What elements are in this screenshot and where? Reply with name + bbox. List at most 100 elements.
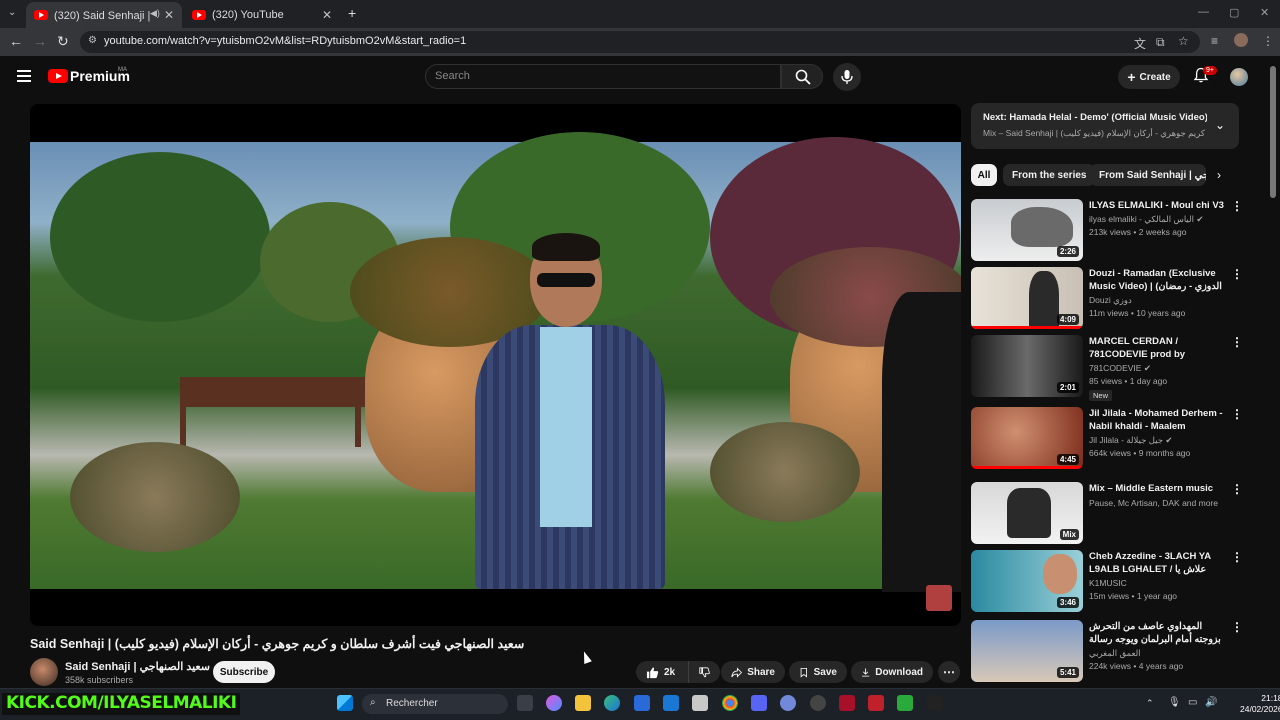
media-controls-icon[interactable]: ≡ bbox=[1211, 34, 1218, 48]
microphone-icon bbox=[841, 70, 853, 84]
hamburger-menu-icon[interactable] bbox=[17, 70, 31, 85]
subscriber-count: 358k subscribers bbox=[65, 675, 134, 685]
chip-all[interactable]: All bbox=[971, 164, 997, 186]
tab-list-chevron-icon[interactable]: ⌄ bbox=[8, 7, 16, 18]
site-info-icon[interactable]: ⚙ bbox=[88, 35, 97, 46]
voice-search-button[interactable] bbox=[833, 63, 861, 91]
chevron-right-icon[interactable]: › bbox=[1217, 168, 1221, 182]
audio-playing-icon[interactable]: ◀) bbox=[150, 8, 160, 19]
save-button[interactable]: Save bbox=[789, 661, 847, 683]
verified-check-icon: ✔ bbox=[1165, 435, 1173, 445]
minimize-icon[interactable]: — bbox=[1198, 6, 1209, 18]
back-arrow-icon[interactable]: ← bbox=[9, 33, 23, 49]
page-scrollbar[interactable] bbox=[1270, 66, 1276, 198]
edge-browser-icon[interactable] bbox=[604, 695, 620, 711]
video-player[interactable] bbox=[30, 104, 961, 626]
channel-watermark[interactable] bbox=[926, 585, 952, 611]
search-button[interactable] bbox=[781, 64, 823, 89]
channel-name: 781CODEVIE ✔ bbox=[1089, 363, 1227, 374]
more-options-icon[interactable]: ⋮ bbox=[1231, 335, 1243, 349]
list-item[interactable]: 3:46 Cheb Azzedine - 3LACH YA L9ALB LGHA… bbox=[971, 550, 1243, 612]
play-app-icon[interactable] bbox=[897, 695, 913, 711]
close-tab-icon[interactable]: ✕ bbox=[322, 8, 332, 22]
copilot-icon[interactable] bbox=[546, 695, 562, 711]
share-button[interactable]: Share bbox=[721, 661, 785, 683]
plus-icon: + bbox=[1127, 69, 1136, 85]
forward-arrow-icon[interactable]: → bbox=[33, 33, 47, 49]
close-window-icon[interactable]: ✕ bbox=[1260, 6, 1269, 19]
file-explorer-icon[interactable] bbox=[575, 695, 591, 711]
task-view-icon[interactable] bbox=[517, 695, 533, 711]
up-next-card[interactable]: Next: Hamada Helal - Demo' (Official Mus… bbox=[971, 103, 1239, 149]
more-actions-icon[interactable]: ⋯ bbox=[938, 661, 960, 683]
network-icon[interactable]: ▭ bbox=[1188, 697, 1197, 708]
list-item[interactable]: 4:09 Douzi - Ramadan (Exclusive Music Vi… bbox=[971, 267, 1243, 329]
taskbar-clock[interactable]: 21:18 24/02/2026 bbox=[1240, 693, 1280, 715]
video-thumbnail[interactable]: 4:09 bbox=[971, 267, 1083, 329]
more-options-icon[interactable]: ⋮ bbox=[1231, 407, 1243, 421]
close-tab-icon[interactable]: ✕ bbox=[164, 8, 174, 22]
video-thumbnail[interactable]: 5:41 bbox=[971, 620, 1083, 682]
channel-avatar[interactable] bbox=[30, 658, 58, 686]
video-meta: 224k views • 4 years ago bbox=[1089, 661, 1184, 671]
search-input[interactable]: Search bbox=[425, 64, 781, 89]
more-options-icon[interactable]: ⋮ bbox=[1231, 482, 1243, 496]
list-item[interactable]: 4:45 Jil Jilala - Mohamed Derhem - Nabil… bbox=[971, 407, 1243, 469]
maximize-icon[interactable]: ▢ bbox=[1229, 6, 1239, 19]
video-editor-icon[interactable] bbox=[868, 695, 884, 711]
sunglasses bbox=[537, 273, 595, 287]
video-thumbnail[interactable]: 3:46 bbox=[971, 550, 1083, 612]
discord-alt-icon[interactable] bbox=[780, 695, 796, 711]
cast-icon[interactable]: ⧉ bbox=[1156, 35, 1165, 50]
adobe-icon[interactable] bbox=[839, 695, 855, 711]
more-options-icon[interactable]: ⋮ bbox=[1231, 267, 1243, 281]
translate-icon[interactable]: 文 bbox=[1134, 35, 1146, 52]
taskbar-search[interactable]: ⌕ Rechercher bbox=[362, 694, 508, 714]
video-thumbnail[interactable]: Mix bbox=[971, 482, 1083, 544]
list-item[interactable]: 2:01 MARCEL CERDAN / 781CODEVIE prod by … bbox=[971, 335, 1243, 401]
video-thumbnail[interactable]: 4:45 bbox=[971, 407, 1083, 469]
browser-menu-icon[interactable]: ⋮ bbox=[1262, 34, 1274, 48]
tray-chevron-icon[interactable]: ⌃ bbox=[1146, 698, 1154, 709]
reload-icon[interactable]: ↻ bbox=[57, 33, 69, 50]
create-button[interactable]: + Create bbox=[1118, 65, 1180, 89]
list-item[interactable]: 2:26 ILYAS ELMALIKI - Moul chi V3 ilyas … bbox=[971, 199, 1243, 261]
chrome-icon[interactable] bbox=[722, 695, 738, 711]
chevron-down-icon[interactable]: ⌄ bbox=[1215, 118, 1225, 132]
volume-icon[interactable]: 🔊 bbox=[1205, 697, 1217, 708]
chip-from-channel[interactable]: From Said Senhaji | سعيد الصنهاجي bbox=[1090, 164, 1206, 186]
more-options-icon[interactable]: ⋮ bbox=[1231, 550, 1243, 564]
dislike-button[interactable] bbox=[688, 661, 720, 683]
tab-said-senhaji[interactable]: (320) Said Senhaji | سعيد الصنهاجي | فيد… bbox=[26, 2, 182, 28]
download-button[interactable]: Download bbox=[851, 661, 933, 683]
microphone-tray-icon[interactable]: 🎙 bbox=[1168, 697, 1181, 708]
tab-youtube[interactable]: (320) YouTube ✕ bbox=[184, 2, 340, 28]
microsoft-store-icon[interactable] bbox=[634, 695, 650, 711]
capcut-icon[interactable] bbox=[927, 695, 943, 711]
video-meta: 15m views • 1 year ago bbox=[1089, 591, 1178, 601]
browser-toolbar: ← → ↻ ⚙ youtube.com/watch?v=ytuisbmO2vM&… bbox=[0, 28, 1280, 56]
discord-icon[interactable] bbox=[751, 695, 767, 711]
new-tab-button[interactable]: + bbox=[348, 5, 356, 21]
park-bench bbox=[180, 377, 365, 407]
chip-from-the-series[interactable]: From the series bbox=[1003, 164, 1096, 186]
video-thumbnail[interactable]: 2:26 bbox=[971, 199, 1083, 261]
windows-start-icon[interactable] bbox=[337, 695, 353, 711]
list-item[interactable]: Mix Mix – Middle Eastern music Pause, Mc… bbox=[971, 482, 1243, 544]
subscribe-button[interactable]: Subscribe bbox=[213, 661, 275, 683]
youtube-logo-icon[interactable] bbox=[48, 69, 68, 83]
like-button[interactable]: 2k bbox=[636, 661, 688, 683]
obs-icon[interactable] bbox=[810, 695, 826, 711]
outlook-icon[interactable] bbox=[663, 695, 679, 711]
profile-avatar[interactable] bbox=[1234, 33, 1248, 47]
list-item[interactable]: 5:41 المهداوي عاصف من التحرش بزوجته أمام… bbox=[971, 620, 1243, 682]
app-icon[interactable] bbox=[692, 695, 708, 711]
account-avatar[interactable] bbox=[1230, 68, 1248, 86]
address-bar[interactable]: ⚙ youtube.com/watch?v=ytuisbmO2vM&list=R… bbox=[80, 31, 1200, 53]
channel-name-text: Said Senhaji | سعيد الصنهاجي bbox=[65, 661, 210, 673]
bookmark-star-icon[interactable]: ☆ bbox=[1178, 34, 1189, 48]
channel-name[interactable]: Said Senhaji | سعيد الصنهاجي ✔ bbox=[65, 660, 221, 673]
video-thumbnail[interactable]: 2:01 bbox=[971, 335, 1083, 397]
more-options-icon[interactable]: ⋮ bbox=[1231, 620, 1243, 634]
more-options-icon[interactable]: ⋮ bbox=[1231, 199, 1243, 213]
